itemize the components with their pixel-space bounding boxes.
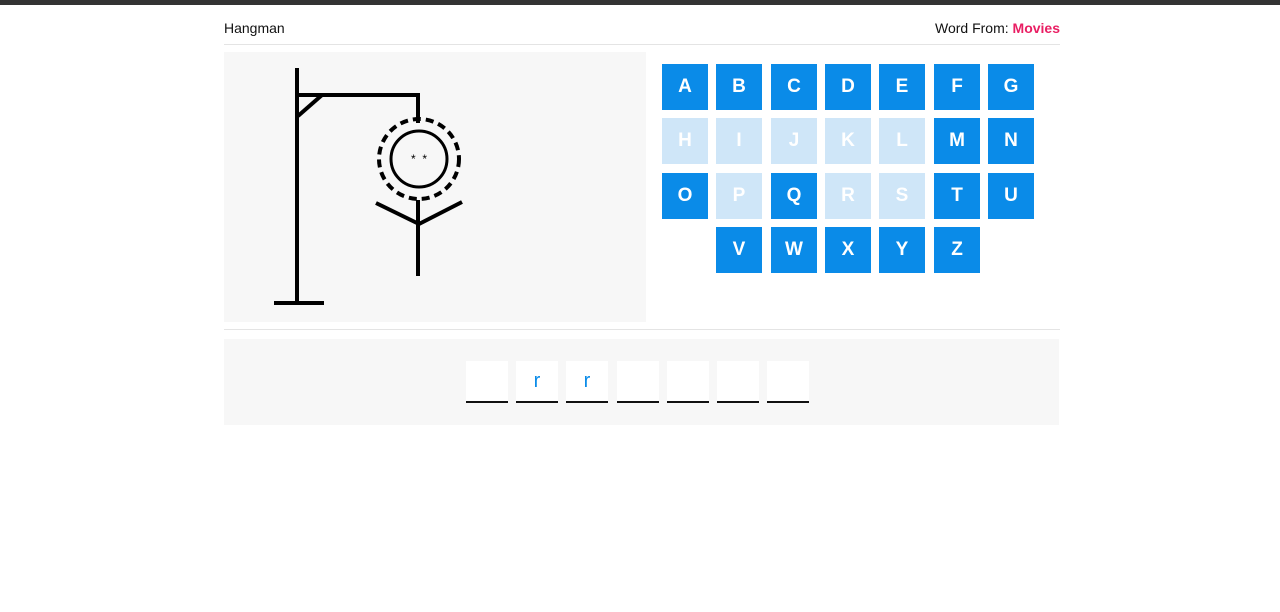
letter-key-e[interactable]: E — [879, 64, 925, 110]
letter-key-h: H — [662, 118, 708, 164]
hangman-drawing-panel: * * — [224, 52, 646, 322]
letter-slot — [667, 361, 709, 403]
letter-key-n[interactable]: N — [988, 118, 1034, 164]
letter-slot — [717, 361, 759, 403]
header: Hangman Word From: Movies — [224, 18, 1060, 45]
hangman-eyes: * * — [411, 152, 427, 166]
hangman-right-arm — [418, 200, 463, 226]
letter-key-p: P — [716, 173, 762, 219]
letter-key-y[interactable]: Y — [879, 227, 925, 273]
letter-slot — [466, 361, 508, 403]
letter-key-t[interactable]: T — [934, 173, 980, 219]
letter-key-s: S — [879, 173, 925, 219]
letter-key-g[interactable]: G — [988, 64, 1034, 110]
letter-key-k: K — [825, 118, 871, 164]
letter-key-v[interactable]: V — [716, 227, 762, 273]
letter-key-x[interactable]: X — [825, 227, 871, 273]
word-source-label: Word From: — [935, 20, 1009, 36]
word-source: Word From: Movies — [935, 20, 1060, 36]
letter-key-c[interactable]: C — [771, 64, 817, 110]
letter-key-a[interactable]: A — [662, 64, 708, 110]
letter-key-w[interactable]: W — [771, 227, 817, 273]
letter-key-m[interactable]: M — [934, 118, 980, 164]
letter-slot — [767, 361, 809, 403]
letter-slot: r — [516, 361, 558, 403]
letter-slot — [617, 361, 659, 403]
game-title: Hangman — [224, 20, 285, 36]
top-strip — [0, 0, 1280, 5]
letter-key-r: R — [825, 173, 871, 219]
hangman-drawing: * * — [274, 68, 463, 305]
letter-key-l: L — [879, 118, 925, 164]
letter-key-u[interactable]: U — [988, 173, 1034, 219]
hangman-left-arm — [375, 201, 420, 226]
letter-slot: r — [566, 361, 608, 403]
letter-key-j: J — [771, 118, 817, 164]
gallows — [274, 68, 420, 305]
category-name: Movies — [1012, 20, 1060, 36]
letter-key-d[interactable]: D — [825, 64, 871, 110]
letter-keyboard: ABCDEFG HIJKLMN OPQRSTU VWXYZ — [662, 64, 1042, 276]
word-panel: rr — [224, 339, 1059, 425]
letter-key-q[interactable]: Q — [771, 173, 817, 219]
letter-key-o[interactable]: O — [662, 173, 708, 219]
letter-key-z[interactable]: Z — [934, 227, 980, 273]
letter-key-b[interactable]: B — [716, 64, 762, 110]
letter-key-f[interactable]: F — [934, 64, 980, 110]
divider — [224, 329, 1060, 330]
letter-key-i: I — [716, 118, 762, 164]
gallows-brace — [296, 93, 324, 118]
